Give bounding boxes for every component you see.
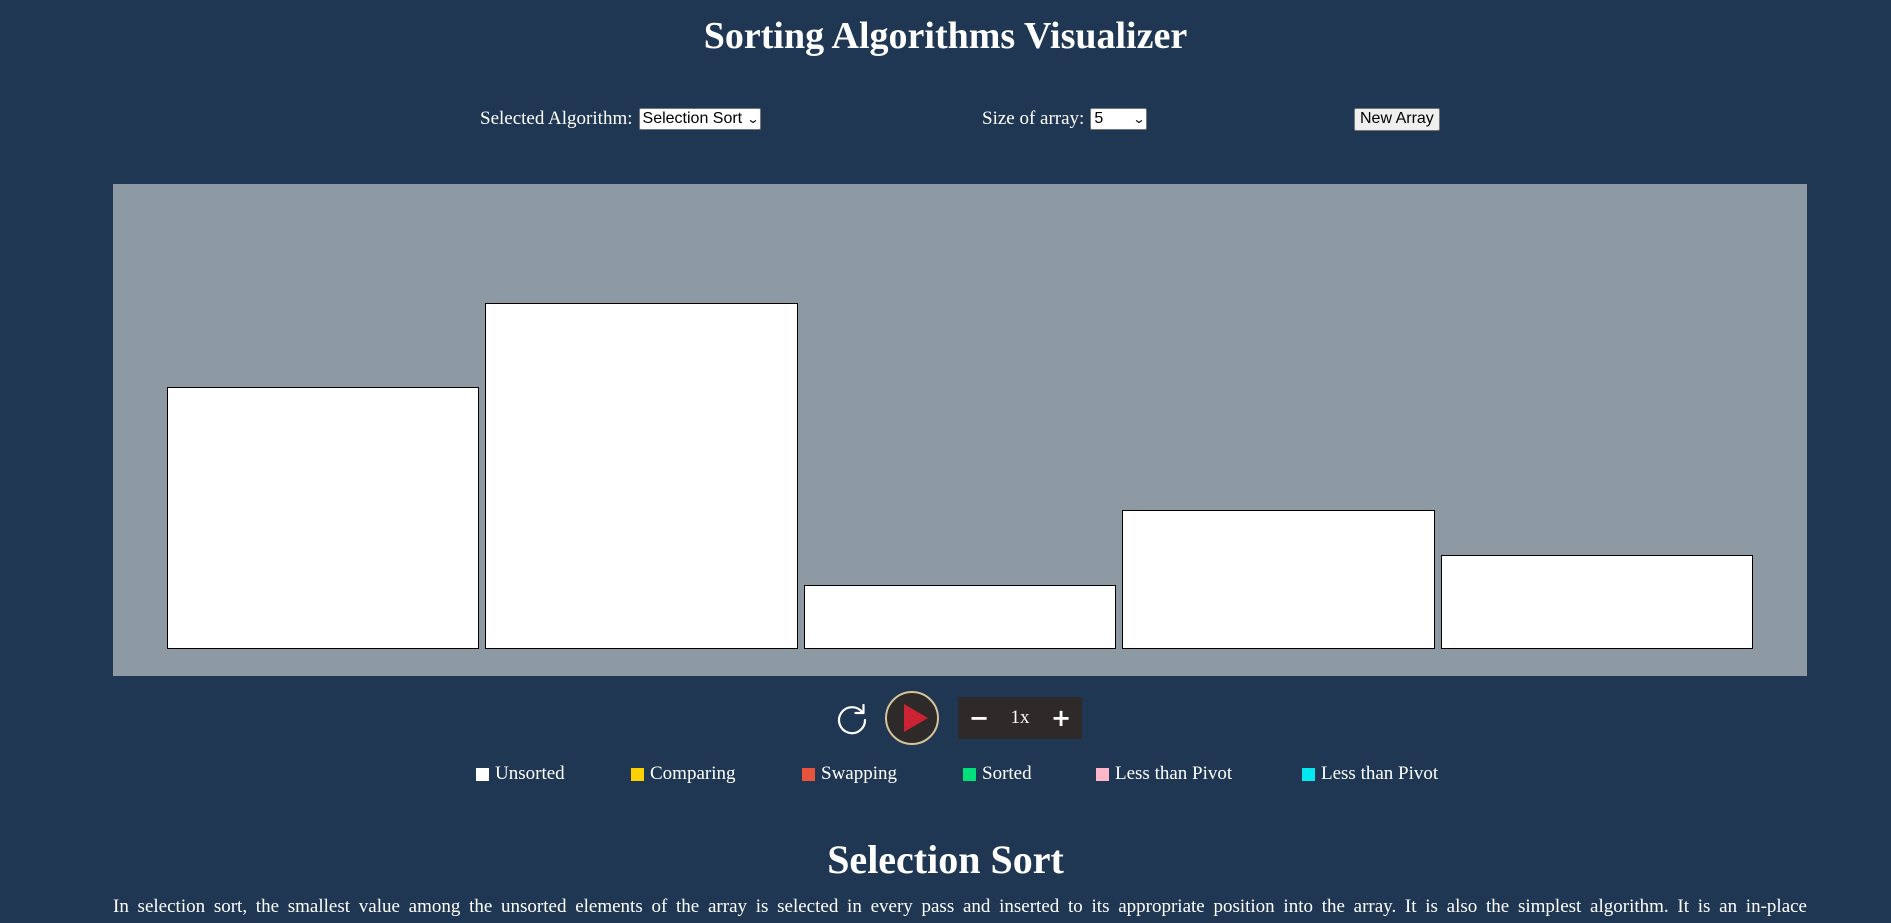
size-control: Size of array: 5 ⌄	[982, 106, 1148, 132]
legend-item: Less than Pivot	[1096, 762, 1232, 786]
algorithm-control: Selected Algorithm: Selection Sort ⌄	[480, 106, 762, 132]
chevron-down-icon: ⌄	[1132, 112, 1146, 126]
legend-item: Less than Pivot	[1302, 762, 1438, 786]
chevron-down-icon: ⌄	[746, 112, 760, 126]
array-bar	[1440, 554, 1753, 649]
legend-label: Swapping	[821, 763, 897, 784]
play-icon	[904, 704, 928, 732]
reset-icon	[837, 703, 867, 735]
new-array-control: New Array	[1354, 106, 1440, 132]
size-select[interactable]: 5 ⌄	[1090, 108, 1148, 130]
page: Sorting Algorithms Visualizer Selected A…	[0, 0, 1891, 923]
page-title: Sorting Algorithms Visualizer	[703, 15, 1188, 57]
speed-value: 1x	[1010, 707, 1030, 728]
legend-item: Swapping	[802, 762, 897, 786]
new-array-button[interactable]: New Array	[1354, 107, 1440, 131]
algorithm-select-value: Selection Sort	[642, 110, 743, 127]
legend-label: Sorted	[982, 763, 1032, 784]
legend-label: Unsorted	[495, 763, 565, 784]
size-select-value: 5	[1094, 110, 1104, 127]
array-visualization	[113, 184, 1807, 676]
legend-label: Less than Pivot	[1321, 763, 1439, 784]
legend-swatch	[1096, 767, 1109, 781]
legend-swatch	[631, 767, 644, 781]
legend-item: Comparing	[631, 762, 736, 786]
legend-item: Unsorted	[476, 762, 565, 786]
legend: Unsorted Comparing Swapping Sorted Less …	[0, 762, 1891, 786]
algorithm-label: Selected Algorithm:	[480, 108, 633, 129]
legend-label: Comparing	[650, 763, 736, 784]
speed-decrease-button[interactable]: −	[968, 704, 990, 732]
legend-label: Less than Pivot	[1115, 763, 1233, 784]
speed-control: − 1x +	[958, 697, 1082, 739]
legend-swatch	[802, 767, 815, 781]
size-label: Size of array:	[982, 108, 1085, 129]
player-controls: − 1x +	[0, 690, 1891, 746]
speed-increase-button[interactable]: +	[1050, 704, 1072, 732]
legend-swatch	[1302, 767, 1315, 781]
legend-item: Sorted	[963, 762, 1032, 786]
array-bar	[485, 302, 798, 649]
algorithm-title: Selection Sort	[827, 837, 1064, 882]
array-bar	[803, 584, 1117, 649]
array-bar	[1122, 510, 1435, 649]
reset-button[interactable]	[834, 700, 870, 736]
controls-row: Selected Algorithm: Selection Sort ⌄ Siz…	[0, 106, 1891, 132]
legend-swatch	[476, 767, 489, 781]
play-button[interactable]	[885, 691, 939, 745]
array-bar	[167, 386, 480, 649]
algorithm-description: In selection sort, the smallest value am…	[113, 896, 1807, 917]
legend-swatch	[963, 767, 976, 781]
algorithm-select[interactable]: Selection Sort ⌄	[638, 108, 762, 130]
